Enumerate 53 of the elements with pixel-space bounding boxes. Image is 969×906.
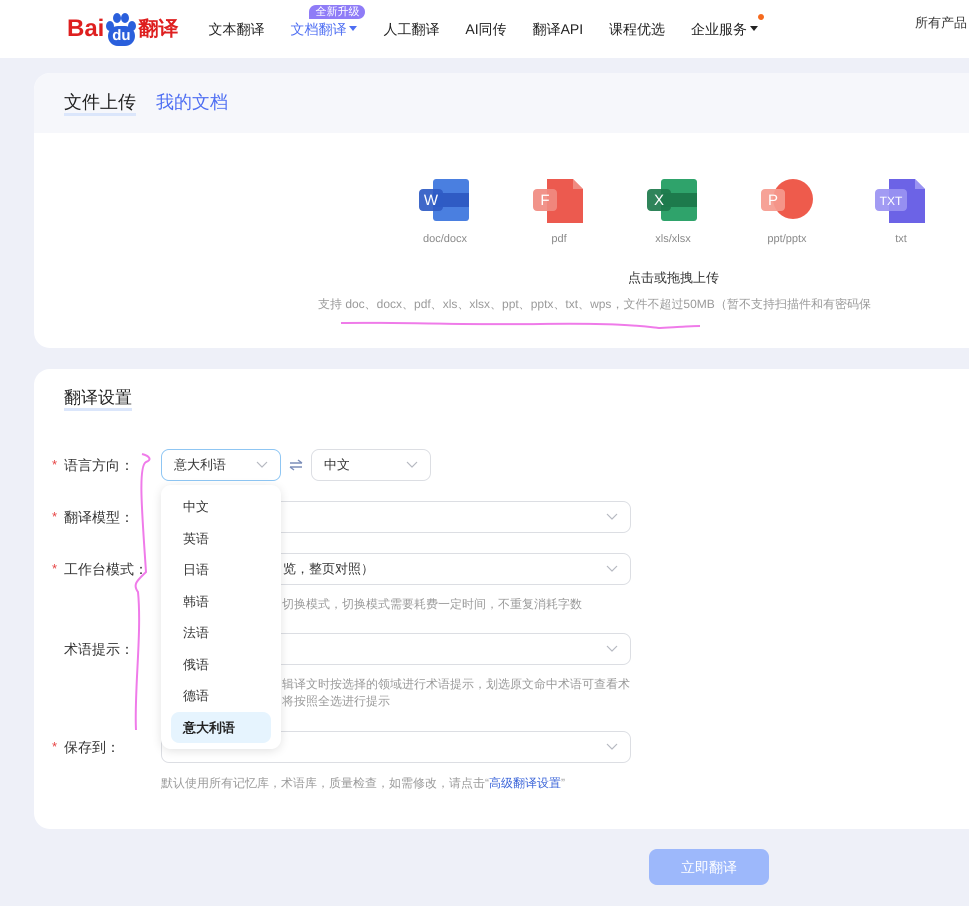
language-option[interactable]: 韩语 xyxy=(171,586,271,617)
file-type-label: doc/docx xyxy=(422,232,468,247)
upload-tab[interactable]: 我的文档 xyxy=(156,90,228,116)
language-option[interactable]: 俄语 xyxy=(171,648,271,680)
field-label: 保存到： xyxy=(64,738,120,756)
logo-text: Bai xyxy=(67,17,104,41)
chevron-down-icon xyxy=(606,645,618,653)
field-hint: 切换模式，切换模式需要耗费一定时间，不重复消耗字数 xyxy=(282,596,582,613)
nav-link[interactable]: 人工翻译 xyxy=(383,18,440,40)
language-option[interactable]: 中文 xyxy=(171,491,271,522)
required-mark: * xyxy=(52,738,58,756)
required-mark: * xyxy=(52,456,58,474)
upload-tab[interactable]: 文件上传 xyxy=(64,90,136,116)
chevron-down-icon xyxy=(606,743,618,751)
field-label: 工作台模式： xyxy=(64,560,148,578)
upload-note: 支持 doc、docx、pdf、xls、xlsx、ppt、pptx、txt、wps，文件不超过50MB（暂不支持扫描件和有密码保 xyxy=(318,296,871,313)
field-hint: 默认使用所有记忆库，术语库，质量检查，如需修改，请点击“高级翻译设置” xyxy=(161,775,566,792)
file-type-label: xls/xlsx xyxy=(655,232,691,247)
nav-link[interactable]: 企业服务 xyxy=(691,18,758,40)
nav-link[interactable]: AI同传 xyxy=(465,18,507,40)
chevron-down-icon xyxy=(606,513,618,521)
advanced-settings-link[interactable]: 高级翻译设置 xyxy=(489,776,561,790)
nav-link[interactable]: 文档翻译 xyxy=(290,18,358,40)
chevron-down-icon xyxy=(606,565,618,573)
language-option[interactable]: 意大利语 xyxy=(171,712,271,743)
field-hint: 将按照全选进行提示 xyxy=(282,693,390,710)
file-type-label: txt xyxy=(895,232,907,247)
settings-title: 翻译设置 xyxy=(64,388,132,410)
field-label: 翻译模型： xyxy=(64,508,134,526)
language-option[interactable]: 日语 xyxy=(171,554,271,586)
nav-link[interactable]: 课程优选 xyxy=(609,18,666,40)
required-mark: * xyxy=(52,560,58,578)
chevron-down-icon xyxy=(406,461,418,469)
all-products-link[interactable]: 所有产品 xyxy=(915,13,967,32)
language-option[interactable]: 英语 xyxy=(171,522,271,554)
new-badge: 全新升级 xyxy=(309,4,366,18)
field-hint: 辑译文时按选择的领域进行术语提示，划选原文命中术语可查看术 xyxy=(282,676,630,693)
dropdown-field[interactable]: 意大利语 xyxy=(161,449,281,481)
upload-prompt: 点击或拖拽上传 xyxy=(628,268,719,286)
logo-text: 翻译 xyxy=(138,19,178,39)
nav-link[interactable]: 翻译API xyxy=(532,18,584,40)
chevron-down-icon xyxy=(256,461,268,469)
required-mark: * xyxy=(52,508,58,526)
file-type-label: pdf xyxy=(551,232,567,247)
swap-icon[interactable] xyxy=(289,459,303,471)
language-option[interactable]: 德语 xyxy=(171,680,271,712)
field-value: 览，整页对照） xyxy=(283,560,374,578)
file-type-label: ppt/pptx xyxy=(767,232,807,247)
dropdown-field[interactable]: 中文 xyxy=(311,449,431,481)
language-option[interactable]: 法语 xyxy=(171,617,271,648)
field-label: 语言方向： xyxy=(64,456,134,474)
nav-link[interactable]: 文本翻译 xyxy=(208,18,264,40)
field-label: 术语提示： xyxy=(64,640,134,658)
